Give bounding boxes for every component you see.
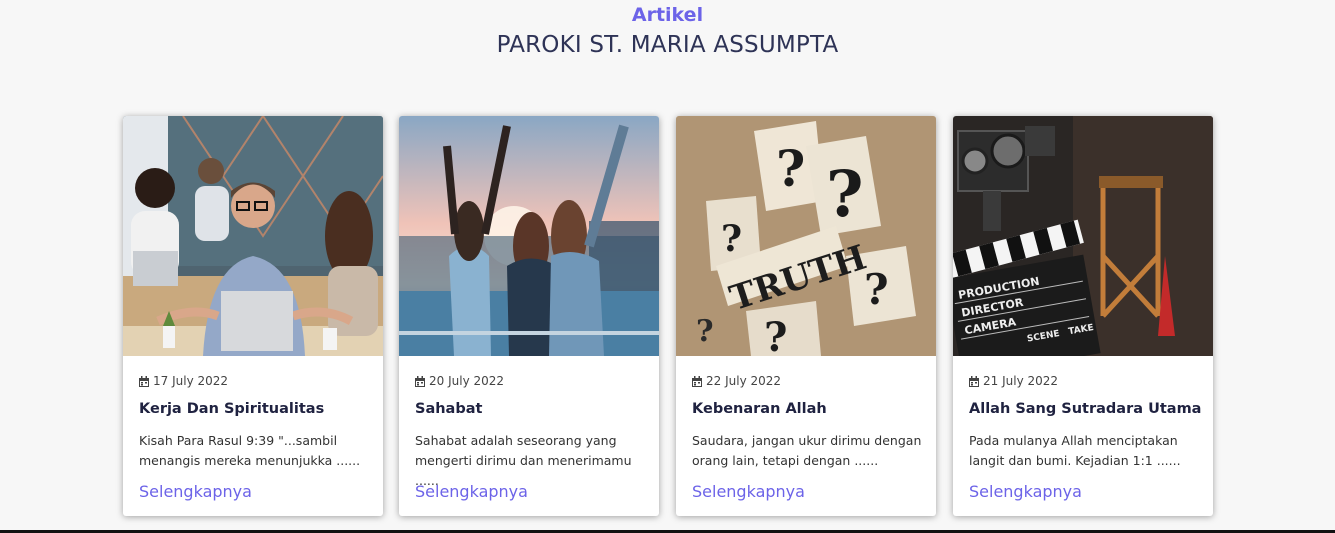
article-date: 21 July 2022 — [969, 374, 1058, 388]
article-date: 20 July 2022 — [415, 374, 504, 388]
svg-text:?: ? — [776, 139, 805, 198]
svg-text:?: ? — [721, 218, 742, 260]
svg-text:?: ? — [764, 314, 787, 356]
article-card[interactable]: ? ? ? ? TRUTH ? ? 22 July 2022 Kebenaran… — [676, 116, 936, 516]
article-date-text: 21 July 2022 — [983, 374, 1059, 388]
article-image[interactable] — [123, 116, 383, 356]
article-excerpt: Pada mulanya Allah menciptakan langit da… — [969, 433, 1181, 468]
article-excerpt: Kisah Para Rasul 9:39 "...sambil menangi… — [139, 433, 361, 468]
calendar-icon — [415, 375, 425, 387]
svg-text:?: ? — [696, 314, 714, 349]
section-subtitle: Artikel — [631, 4, 704, 26]
read-more-link[interactable]: Selengkapnya — [139, 482, 252, 501]
article-date: 17 July 2022 — [139, 374, 228, 388]
article-date-text: 17 July 2022 — [153, 374, 229, 388]
article-title[interactable]: Allah Sang Sutradara Utama — [969, 401, 1201, 417]
article-image[interactable] — [399, 116, 659, 356]
article-excerpt: Saudara, jangan ukur dirimu dengan orang… — [692, 433, 922, 468]
calendar-icon — [692, 375, 702, 387]
article-title[interactable]: Kebenaran Allah — [692, 401, 827, 417]
article-date-text: 22 July 2022 — [706, 374, 782, 388]
svg-text:?: ? — [826, 157, 864, 232]
calendar-icon — [139, 375, 149, 387]
calendar-icon — [969, 375, 979, 387]
article-card[interactable]: 17 July 2022 Kerja Dan Spiritualitas Kis… — [123, 116, 383, 516]
article-date-text: 20 July 2022 — [429, 374, 505, 388]
article-title[interactable]: Kerja Dan Spiritualitas — [139, 401, 324, 417]
read-more-link[interactable]: Selengkapnya — [969, 482, 1082, 501]
article-card[interactable]: 20 July 2022 Sahabat Sahabat adalah sese… — [399, 116, 659, 516]
article-image[interactable]: ? ? ? ? TRUTH ? ? — [676, 116, 936, 356]
read-more-link[interactable]: Selengkapnya — [692, 482, 805, 501]
article-title[interactable]: Sahabat — [415, 401, 482, 417]
read-more-link[interactable]: Selengkapnya — [415, 482, 528, 501]
article-card[interactable]: PRODUCTION DIRECTOR CAMERA SCENE TAKE 21… — [953, 116, 1213, 516]
article-image[interactable]: PRODUCTION DIRECTOR CAMERA SCENE TAKE — [953, 116, 1213, 356]
section-title: PAROKI ST. MARIA ASSUMPTA — [496, 32, 839, 58]
article-date: 22 July 2022 — [692, 374, 781, 388]
